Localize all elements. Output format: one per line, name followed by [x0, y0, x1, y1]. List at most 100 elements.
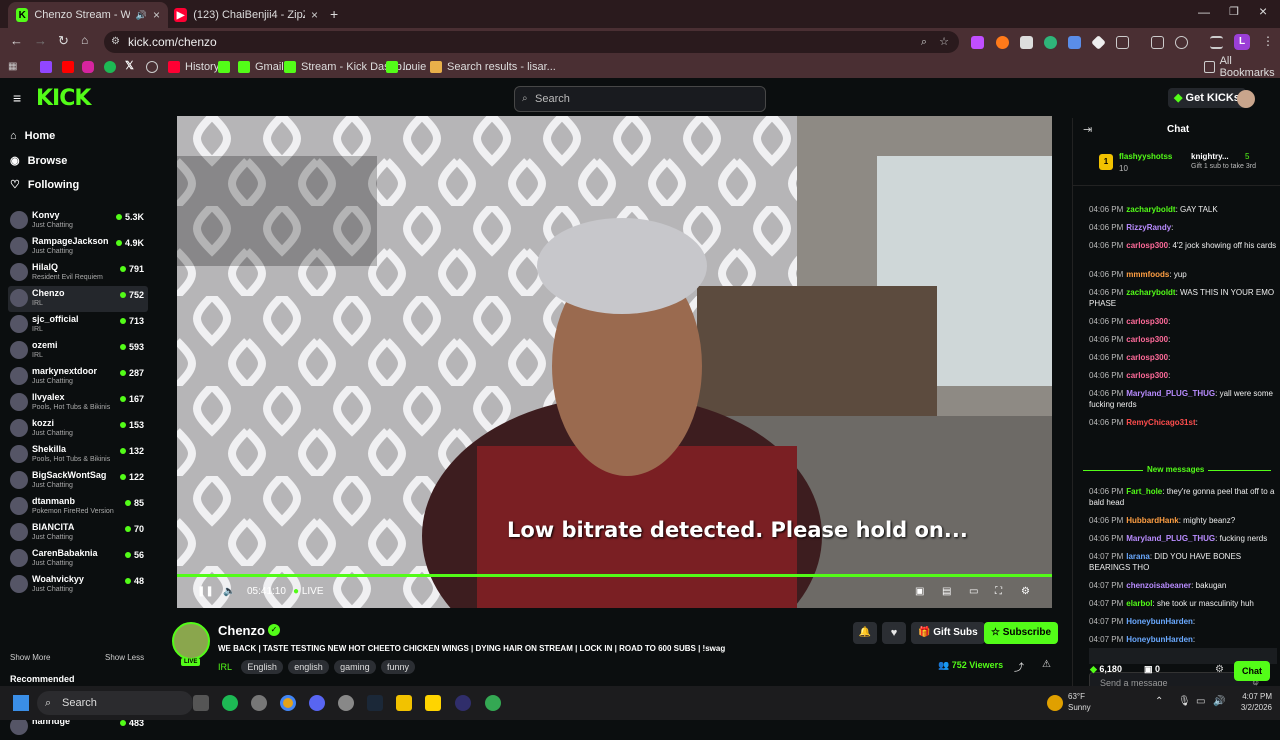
chat-username[interactable]: HoneybunHarden: [1126, 617, 1193, 626]
extension-icon[interactable]: [971, 36, 984, 49]
sidebar-item-browse[interactable]: ◉ Browse: [10, 154, 67, 168]
pause-icon[interactable]: ❚❚: [197, 586, 214, 597]
subscribe-button[interactable]: ☆ Subscribe: [984, 622, 1059, 644]
bookmark-history[interactable]: History: [168, 59, 219, 75]
discord-icon[interactable]: [309, 695, 325, 711]
sidebar-channel[interactable]: sjc_official IRL 713: [8, 312, 148, 338]
streamer-name[interactable]: Chenzo: [218, 623, 265, 638]
bookmark-star-icon[interactable]: ☆: [939, 31, 949, 53]
site-info-icon[interactable]: ⚙: [111, 31, 120, 53]
chat-message[interactable]: 04:07 PM larana: DID YOU HAVE BONES BEARI…: [1089, 551, 1277, 573]
sidebar-channel[interactable]: llvyalex Pools, Hot Tubs & Bikinis 167: [8, 390, 148, 416]
chat-message[interactable]: 04:06 PM zacharyboldt: GAY TALK: [1089, 204, 1277, 215]
settings-gear-icon[interactable]: ⚙: [1021, 586, 1030, 597]
hamburger-menu-icon[interactable]: ≡: [13, 90, 21, 106]
show-less-button[interactable]: Show Less: [105, 653, 144, 662]
spotify-icon[interactable]: [222, 695, 238, 711]
fullscreen-icon[interactable]: ⛶: [995, 586, 1002, 597]
extension-icon[interactable]: [996, 36, 1009, 49]
bookmark-kick[interactable]: [218, 59, 230, 75]
close-window-icon[interactable]: ×: [1259, 3, 1267, 19]
bookmark-louie[interactable]: louie: [386, 59, 426, 75]
chat-username[interactable]: carlosp300: [1126, 335, 1168, 344]
menu-kebab-icon[interactable]: ⋮: [1262, 34, 1274, 48]
twitch-icon[interactable]: [40, 61, 52, 73]
sidebar-channel[interactable]: HilalQ Resident Evil Requiem 791: [8, 260, 148, 286]
notification-bell-button[interactable]: 🔔: [853, 622, 877, 644]
sidebar-channel[interactable]: dtanmanb Pokemon FireRed Version 85: [8, 494, 148, 520]
volume-icon[interactable]: 🔈: [223, 586, 235, 597]
chat-username[interactable]: larana: [1126, 552, 1150, 561]
chat-username[interactable]: elarbol: [1126, 599, 1152, 608]
reading-list-icon[interactable]: [1210, 36, 1223, 49]
chat-username[interactable]: carlosp300: [1126, 371, 1168, 380]
chat-username[interactable]: Maryland_PLUG_THUG: [1126, 389, 1215, 398]
volume-icon[interactable]: 🔊: [1213, 696, 1225, 707]
weather-widget[interactable]: 63°F Sunny: [1068, 691, 1091, 713]
chat-username[interactable]: Maryland_PLUG_THUG: [1126, 534, 1215, 543]
chat-message[interactable]: 04:06 PM carlosp300:: [1089, 334, 1277, 345]
tag[interactable]: funny: [380, 660, 416, 674]
tag[interactable]: gaming: [334, 660, 376, 674]
leader-user2[interactable]: knightry...: [1191, 152, 1229, 161]
sidebar-channel[interactable]: Shekilla Pools, Hot Tubs & Bikinis 132: [8, 442, 148, 468]
sidebar-channel[interactable]: RampageJackson Just Chatting 4.9K: [8, 234, 148, 260]
chat-message[interactable]: 04:06 PM Maryland_PLUG_THUG: fucking nerd…: [1089, 533, 1277, 544]
url-input[interactable]: ⚙ kick.com/chenzo ⌕ ☆: [104, 31, 959, 53]
user-avatar[interactable]: [1237, 90, 1255, 108]
chat-message[interactable]: 04:07 PM HoneybunHarden:: [1089, 634, 1277, 645]
spotify-icon[interactable]: [104, 61, 116, 73]
back-icon[interactable]: ←: [10, 33, 23, 48]
collapse-chat-icon[interactable]: ⇥: [1083, 123, 1092, 136]
chat-message[interactable]: 04:06 PM Fart_hole: they're gonna peel th…: [1089, 486, 1277, 508]
chat-message[interactable]: 04:06 PM RemyChicago31st:: [1089, 417, 1277, 428]
sidebar-item-home[interactable]: ⌂ Home: [10, 130, 55, 142]
chat-message[interactable]: 04:07 PM chenzoisabeaner: bakugan: [1089, 580, 1277, 591]
streamer-avatar[interactable]: [172, 622, 210, 660]
chat-username[interactable]: zacharyboldt: [1126, 288, 1175, 297]
report-icon[interactable]: ⚠: [1042, 659, 1051, 670]
follow-button[interactable]: ♥: [882, 622, 906, 644]
tag[interactable]: English: [241, 660, 283, 674]
microphone-icon[interactable]: 🎙: [1178, 696, 1191, 707]
extensions-puzzle-icon[interactable]: [1116, 36, 1129, 49]
home-icon[interactable]: ⌂: [81, 33, 88, 47]
extension-icon[interactable]: [1068, 36, 1081, 49]
video-progress-bar[interactable]: [177, 574, 1052, 577]
chat-username[interactable]: carlosp300: [1126, 317, 1168, 326]
steam-icon[interactable]: [367, 695, 383, 711]
x-twitter-icon[interactable]: 𝕏: [125, 59, 134, 72]
chat-message[interactable]: 04:06 PM mmmfoods: yup: [1089, 269, 1277, 280]
settings-icon[interactable]: [338, 695, 354, 711]
gift-count[interactable]: ▣ 0: [1144, 664, 1160, 675]
miniplayer-icon[interactable]: ▣: [915, 586, 924, 597]
chat-username[interactable]: carlosp300: [1126, 241, 1168, 250]
sidebar-channel[interactable]: markynextdoor Just Chatting 287: [8, 364, 148, 390]
chat-username[interactable]: Fart_hole: [1126, 487, 1162, 496]
extension-icon[interactable]: [1091, 35, 1106, 50]
send-chat-button[interactable]: Chat: [1234, 661, 1270, 681]
taskbar-search[interactable]: ⌕ Search: [37, 691, 193, 715]
chat-settings-icon[interactable]: ⚙: [1215, 664, 1224, 675]
instagram-icon[interactable]: [82, 61, 94, 73]
cast-icon[interactable]: [1151, 36, 1164, 49]
extension-icon[interactable]: [1044, 36, 1057, 49]
extension-icon[interactable]: [1020, 36, 1033, 49]
sidebar-channel[interactable]: BigSackWontSag Just Chatting 122: [8, 468, 148, 494]
tag[interactable]: english: [288, 660, 329, 674]
forward-icon[interactable]: →: [34, 33, 47, 48]
chat-username[interactable]: zacharyboldt: [1126, 205, 1175, 214]
chat-message[interactable]: 04:07 PM elarbol: she took ur masculinity…: [1089, 598, 1277, 609]
close-tab-icon[interactable]: ×: [311, 8, 318, 22]
sidebar-channel[interactable]: Chenzo IRL 752: [8, 286, 148, 312]
chat-message[interactable]: 04:06 PM carlosp300:: [1089, 370, 1277, 381]
close-tab-icon[interactable]: ×: [153, 8, 160, 22]
clock[interactable]: 4:07 PM 3/2/2026: [1230, 691, 1272, 713]
chat-username[interactable]: RemyChicago31st: [1126, 418, 1195, 427]
sidebar-channel[interactable]: BIANCITA Just Chatting 70: [8, 520, 148, 546]
profile-avatar[interactable]: L: [1234, 34, 1250, 50]
bookmark-gmail[interactable]: Gmail: [238, 59, 284, 75]
chat-message[interactable]: 04:06 PM HubbardHank: mighty beanz?: [1089, 515, 1277, 526]
chat-username[interactable]: RizzyRandy: [1126, 223, 1171, 232]
sidebar-channel[interactable]: ozemi IRL 593: [8, 338, 148, 364]
